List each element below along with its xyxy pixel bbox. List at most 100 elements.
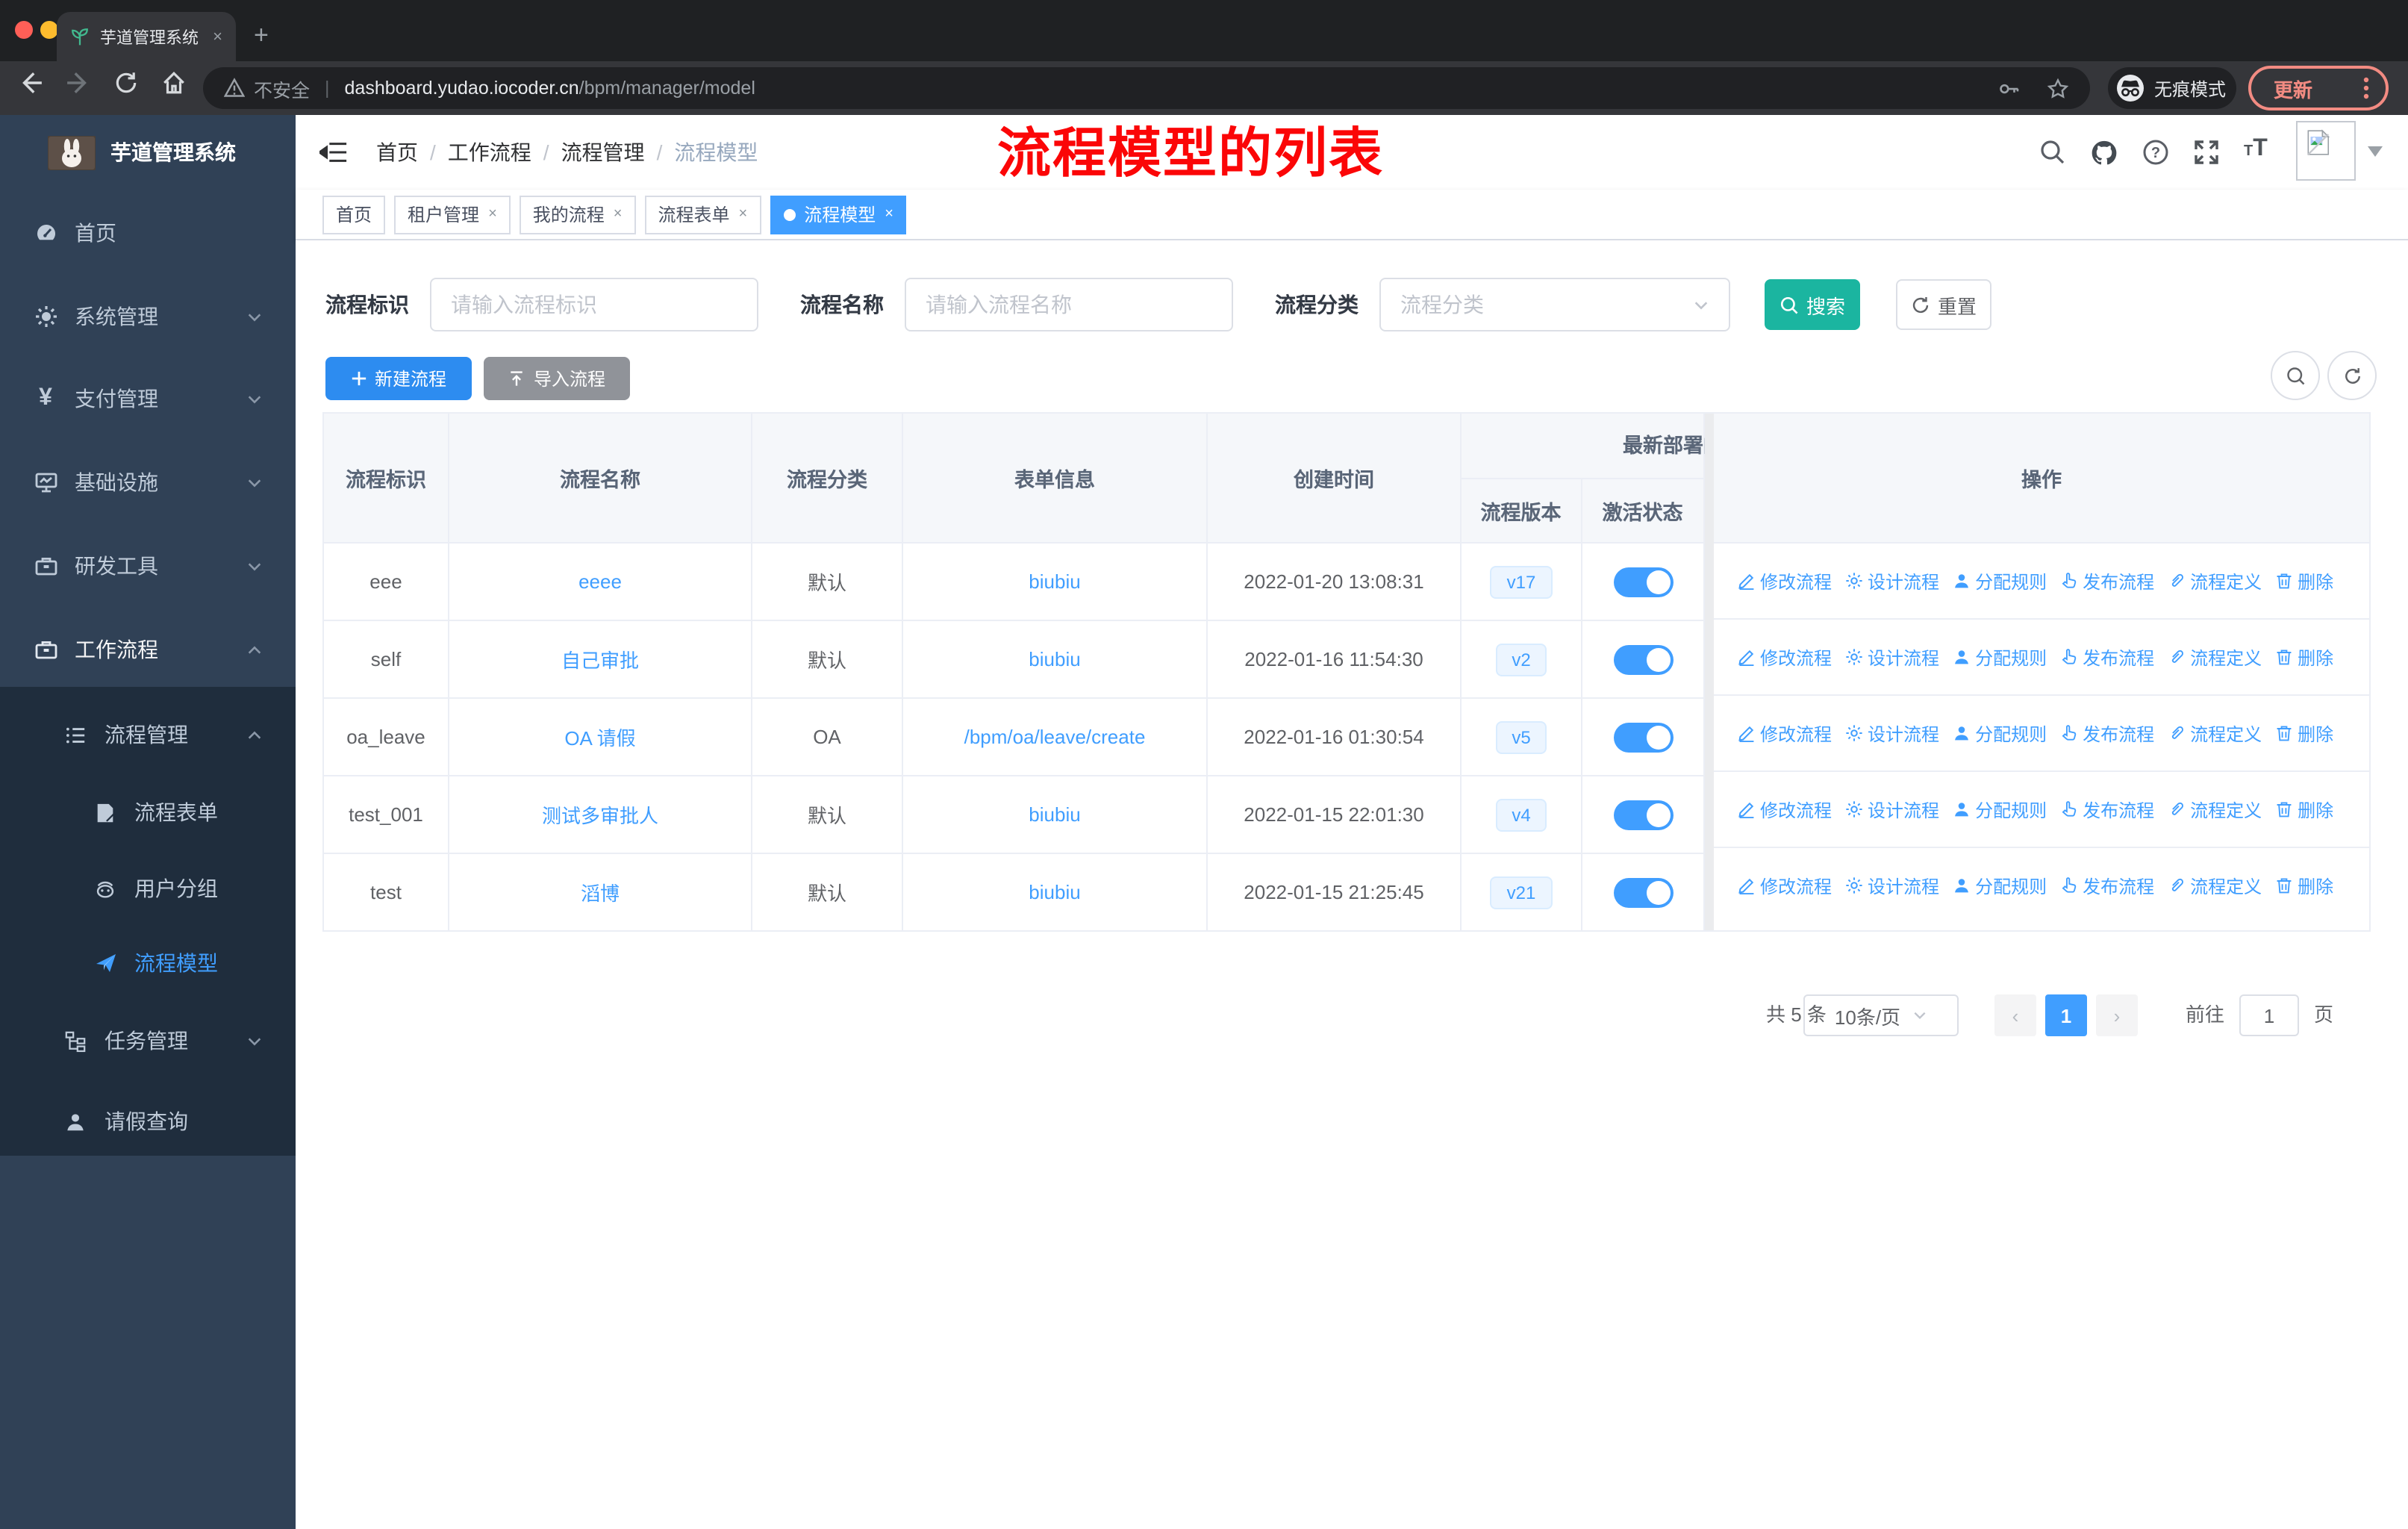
- form-link[interactable]: /bpm/oa/leave/create: [964, 726, 1146, 748]
- sidebar-item-workflow[interactable]: 工作流程: [0, 612, 296, 687]
- page-size-select[interactable]: 10条/页: [1803, 994, 1959, 1036]
- current-page-button[interactable]: 1: [2045, 994, 2087, 1036]
- goto-page-input[interactable]: [2239, 994, 2299, 1036]
- activation-toggle[interactable]: [1613, 644, 1673, 674]
- font-size-icon[interactable]: TT: [2244, 136, 2268, 169]
- publish-process-link[interactable]: 发布流程: [2060, 720, 2154, 746]
- tag-close-icon[interactable]: ×: [488, 206, 497, 222]
- sidebar-logo[interactable]: 芋道管理系统: [0, 115, 296, 190]
- address-bar[interactable]: 不安全 | dashboard.yudao.iocoder.cn/bpm/man…: [203, 67, 2090, 109]
- publish-process-link[interactable]: 发布流程: [2060, 568, 2154, 594]
- form-link[interactable]: biubiu: [1029, 648, 1080, 670]
- back-icon[interactable]: [18, 70, 43, 96]
- process-name-input[interactable]: [905, 278, 1233, 331]
- edit-process-link[interactable]: 修改流程: [1738, 568, 1832, 594]
- caret-down-icon[interactable]: [2368, 146, 2383, 158]
- activation-toggle[interactable]: [1613, 877, 1673, 907]
- form-link[interactable]: biubiu: [1029, 803, 1080, 826]
- tag-close-icon[interactable]: ×: [614, 206, 623, 222]
- assign-rule-link[interactable]: 分配规则: [1953, 797, 2047, 822]
- edit-process-link[interactable]: 修改流程: [1738, 797, 1832, 822]
- design-process-link[interactable]: 设计流程: [1845, 568, 1939, 594]
- breadcrumb-item[interactable]: 工作流程: [448, 137, 531, 167]
- sidebar-item-process-management[interactable]: 流程管理: [0, 702, 296, 767]
- process-definition-link[interactable]: 流程定义: [2168, 644, 2262, 670]
- design-process-link[interactable]: 设计流程: [1845, 720, 1939, 746]
- tag-home[interactable]: 首页: [322, 195, 386, 234]
- browser-menu-dots-icon[interactable]: [2363, 76, 2369, 100]
- sidebar-item-leave-query[interactable]: 请假查询: [0, 1089, 296, 1154]
- tag-process-form[interactable]: 流程表单 ×: [644, 195, 761, 234]
- process-definition-link[interactable]: 流程定义: [2168, 720, 2262, 746]
- process-definition-link[interactable]: 流程定义: [2168, 568, 2262, 594]
- prev-page-button[interactable]: ‹: [1994, 994, 2036, 1036]
- sidebar-item-system[interactable]: 系统管理: [0, 279, 296, 354]
- assign-rule-link[interactable]: 分配规则: [1953, 568, 2047, 594]
- process-name-link[interactable]: 滔博: [581, 878, 620, 906]
- key-icon[interactable]: [1997, 77, 2020, 99]
- edit-process-link[interactable]: 修改流程: [1738, 720, 1832, 746]
- reset-button[interactable]: 重置: [1896, 279, 1991, 330]
- browser-tab[interactable]: 芋道管理系统 ×: [57, 12, 236, 61]
- sidebar-item-user-group[interactable]: 用户分组: [0, 856, 296, 921]
- breadcrumb-item[interactable]: 首页: [376, 137, 418, 167]
- delete-link[interactable]: 删除: [2275, 873, 2333, 898]
- design-process-link[interactable]: 设计流程: [1845, 644, 1939, 670]
- tag-my-process[interactable]: 我的流程 ×: [519, 195, 636, 234]
- version-badge[interactable]: v4: [1495, 798, 1547, 831]
- sidebar-item-process-form[interactable]: 流程表单: [0, 779, 296, 845]
- avatar[interactable]: [2296, 121, 2356, 181]
- import-process-button[interactable]: 导入流程: [484, 357, 630, 400]
- next-page-button[interactable]: ›: [2096, 994, 2138, 1036]
- form-link[interactable]: biubiu: [1029, 570, 1080, 593]
- fullscreen-icon[interactable]: [2193, 139, 2220, 166]
- edit-process-link[interactable]: 修改流程: [1738, 873, 1832, 898]
- design-process-link[interactable]: 设计流程: [1845, 797, 1939, 822]
- publish-process-link[interactable]: 发布流程: [2060, 797, 2154, 822]
- design-process-link[interactable]: 设计流程: [1845, 873, 1939, 898]
- sidebar-item-home[interactable]: 首页: [0, 196, 296, 270]
- minimize-window-button[interactable]: [40, 21, 58, 39]
- assign-rule-link[interactable]: 分配规则: [1953, 644, 2047, 670]
- browser-update-button[interactable]: 更新: [2248, 66, 2389, 110]
- category-select[interactable]: 流程分类: [1379, 278, 1730, 331]
- tag-close-icon[interactable]: ×: [739, 206, 748, 222]
- process-id-input[interactable]: [430, 278, 758, 331]
- home-icon[interactable]: [161, 70, 187, 96]
- activation-toggle[interactable]: [1613, 722, 1673, 752]
- search-icon[interactable]: [2039, 139, 2066, 166]
- version-badge[interactable]: v17: [1490, 565, 1553, 598]
- process-name-link[interactable]: eeee: [578, 570, 622, 593]
- version-badge[interactable]: v5: [1495, 720, 1547, 753]
- sidebar-item-process-model[interactable]: 流程模型: [0, 930, 296, 996]
- sidebar-item-payment[interactable]: ¥ 支付管理: [0, 361, 296, 436]
- publish-process-link[interactable]: 发布流程: [2060, 644, 2154, 670]
- form-link[interactable]: biubiu: [1029, 881, 1080, 903]
- close-window-button[interactable]: [15, 21, 33, 39]
- collapse-sidebar-icon[interactable]: [319, 140, 348, 164]
- github-icon[interactable]: [2090, 139, 2118, 167]
- delete-link[interactable]: 删除: [2275, 720, 2333, 746]
- bookmark-star-icon[interactable]: [2047, 77, 2069, 99]
- create-process-button[interactable]: 新建流程: [325, 357, 472, 400]
- process-name-link[interactable]: OA 请假: [564, 723, 635, 751]
- tag-close-icon[interactable]: ×: [885, 206, 893, 222]
- assign-rule-link[interactable]: 分配规则: [1953, 720, 2047, 746]
- forward-icon[interactable]: [66, 70, 91, 96]
- delete-link[interactable]: 删除: [2275, 568, 2333, 594]
- show-search-circle-button[interactable]: [2271, 351, 2320, 400]
- security-label[interactable]: 不安全: [254, 74, 310, 102]
- publish-process-link[interactable]: 发布流程: [2060, 873, 2154, 898]
- search-button[interactable]: 搜索: [1765, 279, 1860, 330]
- breadcrumb-item[interactable]: 流程管理: [561, 137, 645, 167]
- tag-tenant[interactable]: 租户管理 ×: [394, 195, 511, 234]
- version-badge[interactable]: v21: [1490, 876, 1553, 909]
- sidebar-item-task-management[interactable]: 任务管理: [0, 1008, 296, 1074]
- delete-link[interactable]: 删除: [2275, 797, 2333, 822]
- delete-link[interactable]: 删除: [2275, 644, 2333, 670]
- activation-toggle[interactable]: [1613, 800, 1673, 829]
- help-icon[interactable]: ?: [2142, 139, 2169, 166]
- edit-process-link[interactable]: 修改流程: [1738, 644, 1832, 670]
- sidebar-item-devtools[interactable]: 研发工具: [0, 529, 296, 603]
- reload-icon[interactable]: [113, 70, 139, 96]
